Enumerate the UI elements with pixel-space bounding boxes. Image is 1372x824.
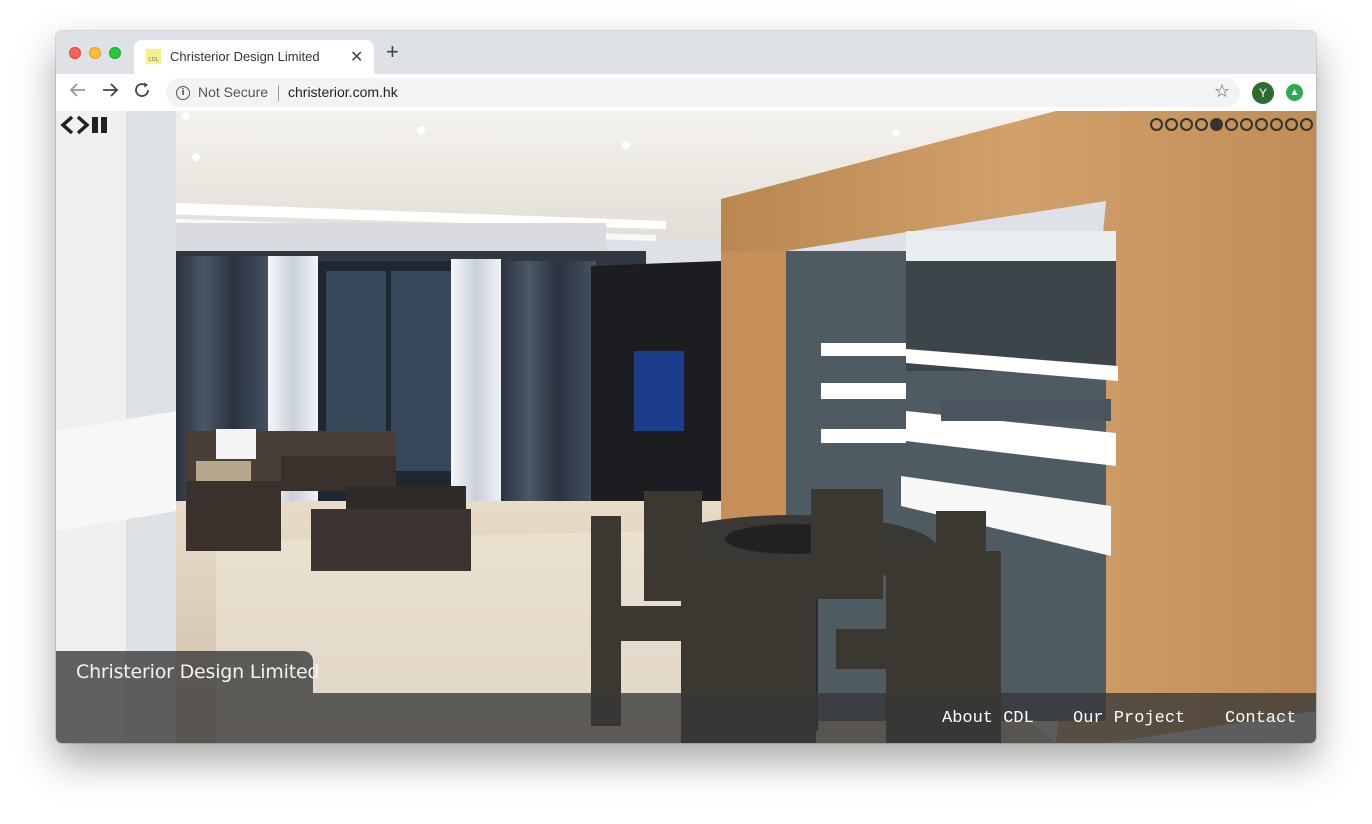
browser-window: CDL Christerior Design Limited ✕ + i Not… xyxy=(56,31,1316,743)
extension-upload-icon[interactable]: ▲ xyxy=(1286,84,1303,101)
reload-icon[interactable] xyxy=(131,81,153,103)
security-label[interactable]: Not Secure xyxy=(198,84,268,100)
info-icon[interactable]: i xyxy=(176,86,190,100)
forward-icon[interactable] xyxy=(99,81,121,103)
brand-caption: Christerior Design Limited xyxy=(76,661,320,683)
brand-caption-panel: Christerior Design Limited xyxy=(56,651,319,693)
url-separator xyxy=(278,85,279,101)
main-menu-bar: About CDL Our Project Contact xyxy=(56,693,1316,743)
new-tab-button[interactable]: + xyxy=(386,41,399,63)
slide-dot[interactable] xyxy=(1150,118,1163,131)
tab-close-icon[interactable]: ✕ xyxy=(350,47,363,67)
bookmark-star-icon[interactable]: ☆ xyxy=(1214,81,1230,102)
slide-dot[interactable] xyxy=(1240,118,1253,131)
slide-dot[interactable] xyxy=(1285,118,1298,131)
browser-tab[interactable]: CDL Christerior Design Limited ✕ xyxy=(134,40,374,74)
slide-dot[interactable] xyxy=(1300,118,1313,131)
tab-title: Christerior Design Limited xyxy=(170,49,320,64)
browser-toolbar: i Not Secure christerior.com.hk ☆ Y ▲ xyxy=(56,74,1316,112)
window-minimize-button[interactable] xyxy=(89,47,101,59)
slide-dot[interactable] xyxy=(1180,118,1193,131)
menu-about-link[interactable]: About CDL xyxy=(942,709,1034,728)
next-slide-icon[interactable] xyxy=(75,115,90,135)
window-close-button[interactable] xyxy=(69,47,81,59)
slide-indicator-dots xyxy=(1150,118,1314,132)
slide-dot[interactable] xyxy=(1225,118,1238,131)
tab-strip: CDL Christerior Design Limited ✕ + xyxy=(56,31,1316,74)
address-bar[interactable]: i Not Secure christerior.com.hk ☆ xyxy=(166,78,1240,107)
interior-photo xyxy=(56,111,1316,743)
slide-dot[interactable] xyxy=(1270,118,1283,131)
slide-dot[interactable] xyxy=(1195,118,1208,131)
slide-dot[interactable] xyxy=(1165,118,1178,131)
page-content: Christerior Design Limited About CDL Our… xyxy=(56,111,1316,743)
menu-contact-link[interactable]: Contact xyxy=(1225,709,1296,728)
pause-icon[interactable] xyxy=(91,115,109,135)
site-favicon-icon: CDL xyxy=(146,49,161,64)
back-icon[interactable] xyxy=(67,81,89,103)
slide-dot[interactable] xyxy=(1255,118,1268,131)
window-maximize-button[interactable] xyxy=(109,47,121,59)
profile-avatar[interactable]: Y xyxy=(1252,82,1274,104)
menu-project-link[interactable]: Our Project xyxy=(1073,709,1185,728)
previous-slide-icon[interactable] xyxy=(60,115,75,135)
slide-dot[interactable] xyxy=(1210,118,1223,131)
url-text[interactable]: christerior.com.hk xyxy=(288,84,398,100)
